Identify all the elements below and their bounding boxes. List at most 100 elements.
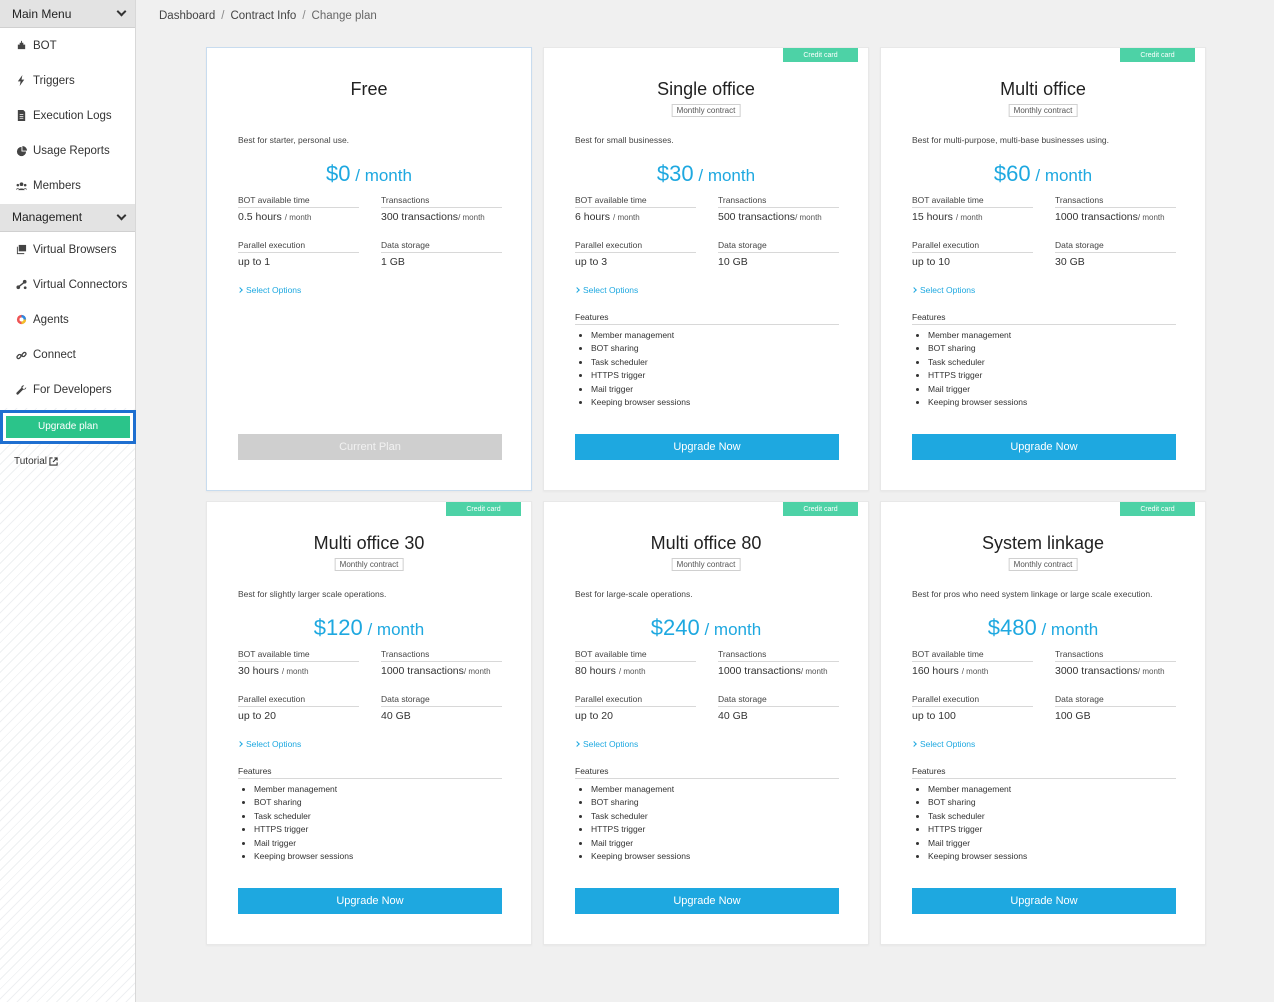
plan-price: $480 / month — [881, 615, 1205, 641]
spec-bot-time: BOT available time 30 hours / month — [238, 649, 359, 677]
upgrade-now-button[interactable]: Upgrade Now — [912, 434, 1176, 460]
spec-label: Transactions — [1055, 195, 1176, 208]
price-amount: $60 — [993, 161, 1031, 186]
spec-value-text: up to 3 — [575, 256, 608, 268]
upgrade-now-button[interactable]: Upgrade Now — [575, 434, 839, 460]
spec-value: 30 hours / month — [238, 665, 359, 677]
sidebar-item-members[interactable]: Members — [0, 169, 135, 204]
feature-item: Mail trigger — [591, 383, 690, 396]
feature-item: Task scheduler — [928, 356, 1027, 369]
spec-label: Data storage — [381, 694, 502, 707]
spec-value: 1000 transactions/ month — [718, 665, 839, 677]
spec-value-text: 40 GB — [718, 710, 748, 722]
spec-label: Transactions — [381, 195, 502, 208]
sidebar-item-label: Usage Reports — [33, 145, 110, 158]
plan-price: $120 / month — [207, 615, 531, 641]
sidebar-item-for-developers[interactable]: For Developers — [0, 373, 135, 408]
features-list: Member managementBOT sharingTask schedul… — [928, 783, 1027, 863]
sidebar-item-label: Members — [33, 180, 81, 193]
plan-description: Best for large-scale operations. — [575, 589, 693, 599]
spec-parallel-execution: Parallel execution up to 20 — [238, 694, 359, 722]
sidebar-item-label: Execution Logs — [33, 109, 112, 122]
select-options-link[interactable]: Select Options — [911, 739, 975, 749]
spec-value: 1000 transactions/ month — [1055, 211, 1176, 223]
spec-value-text: 15 hours — [912, 211, 953, 223]
management-header[interactable]: Management — [0, 203, 135, 232]
feature-item: Mail trigger — [254, 837, 353, 850]
plan-card: Credit card Multi office Monthly contract B… — [880, 47, 1206, 491]
agent-icon — [15, 314, 27, 326]
management-label: Management — [12, 210, 83, 225]
feature-item: Keeping browser sessions — [928, 850, 1027, 863]
tutorial-link[interactable]: Tutorial — [0, 456, 135, 467]
sidebar-item-label: For Developers — [33, 384, 112, 397]
spec-value-text: 1000 transactions — [1055, 211, 1138, 223]
select-options-link[interactable]: Select Options — [574, 739, 638, 749]
chevron-right-icon — [237, 287, 243, 293]
spec-label: Parallel execution — [912, 694, 1033, 707]
spec-unit: / month — [618, 667, 646, 676]
spec-value: 6 hours / month — [575, 211, 696, 223]
sidebar-item-bot[interactable]: BOT — [0, 28, 135, 63]
spec-value: 10 GB — [718, 256, 839, 268]
spec-label: Parallel execution — [238, 240, 359, 253]
sidebar-item-label: BOT — [33, 39, 57, 52]
spec-value: 40 GB — [381, 710, 502, 722]
price-amount: $120 — [313, 615, 363, 640]
sidebar-item-label: Agents — [33, 313, 69, 326]
spec-data-storage: Data storage 1 GB — [381, 240, 502, 268]
sidebar-item-triggers[interactable]: Triggers — [0, 63, 135, 98]
spec-transactions: Transactions 500 transactions/ month — [718, 195, 839, 223]
spec-bot-time: BOT available time 160 hours / month — [912, 649, 1033, 677]
contract-tag: Monthly contract — [671, 104, 741, 117]
sidebar-item-agents[interactable]: Agents — [0, 302, 135, 337]
upgrade-now-button[interactable]: Upgrade Now — [238, 888, 502, 914]
spec-transactions: Transactions 1000 transactions/ month — [381, 649, 502, 677]
feature-item: Member management — [254, 783, 353, 796]
feature-item: Member management — [591, 783, 690, 796]
plan-description: Best for pros who need system linkage or… — [912, 589, 1153, 599]
spec-value: 15 hours / month — [912, 211, 1033, 223]
plan-name: Multi office 80 — [650, 533, 762, 553]
select-options-link[interactable]: Select Options — [574, 285, 638, 295]
chevron-right-icon — [911, 741, 917, 747]
select-options-link[interactable]: Select Options — [911, 285, 975, 295]
upgrade-plan-button[interactable]: Upgrade plan — [6, 415, 130, 438]
spec-value-text: up to 1 — [238, 256, 271, 268]
main-menu-header[interactable]: Main Menu — [0, 0, 135, 28]
breadcrumb-contract-info[interactable]: Contract Info — [230, 10, 296, 22]
spec-label: Parallel execution — [238, 694, 359, 707]
spec-value: 80 hours / month — [575, 665, 696, 677]
spec-unit: / month — [284, 213, 312, 222]
payment-badge: Credit card — [446, 502, 521, 516]
spec-label: Data storage — [1055, 240, 1176, 253]
spec-unit: / month — [800, 667, 828, 676]
features-list: Member managementBOT sharingTask schedul… — [928, 329, 1027, 409]
plan-card: Credit card System linkage Monthly contrac… — [880, 501, 1206, 945]
browser-icon — [15, 244, 27, 256]
select-options-link[interactable]: Select Options — [237, 739, 301, 749]
plan-name: Multi office — [1000, 79, 1086, 99]
robot-icon — [15, 40, 27, 52]
price-period: / month — [1041, 620, 1099, 639]
sidebar-menu: Main Menu BOT Triggers Execution Logs Usage… — [0, 0, 135, 408]
spec-data-storage: Data storage 40 GB — [718, 694, 839, 722]
plan-description: Best for multi-purpose, multi-base busin… — [912, 135, 1110, 145]
spec-parallel-execution: Parallel execution up to 1 — [238, 240, 359, 268]
spec-data-storage: Data storage 10 GB — [718, 240, 839, 268]
select-options-link[interactable]: Select Options — [237, 285, 301, 295]
sidebar-item-virtual-connectors[interactable]: Virtual Connectors — [0, 267, 135, 302]
features-list: Member managementBOT sharingTask schedul… — [591, 783, 690, 863]
sidebar-item-virtual-browsers[interactable]: Virtual Browsers — [0, 232, 135, 267]
spec-value-text: 500 transactions — [718, 211, 796, 223]
spec-label: BOT available time — [912, 649, 1033, 662]
upgrade-now-button[interactable]: Upgrade Now — [575, 888, 839, 914]
upgrade-now-button[interactable]: Upgrade Now — [912, 888, 1176, 914]
sidebar-item-execution-logs[interactable]: Execution Logs — [0, 98, 135, 133]
sidebar-item-connect[interactable]: Connect — [0, 338, 135, 373]
sidebar-item-usage-reports[interactable]: Usage Reports — [0, 134, 135, 169]
plan-card: Free Best for starter, personal use. $0 / … — [206, 47, 532, 491]
plan-description: Best for slightly larger scale operation… — [238, 589, 387, 599]
spec-parallel-execution: Parallel execution up to 10 — [912, 240, 1033, 268]
breadcrumb-dashboard[interactable]: Dashboard — [159, 10, 215, 22]
